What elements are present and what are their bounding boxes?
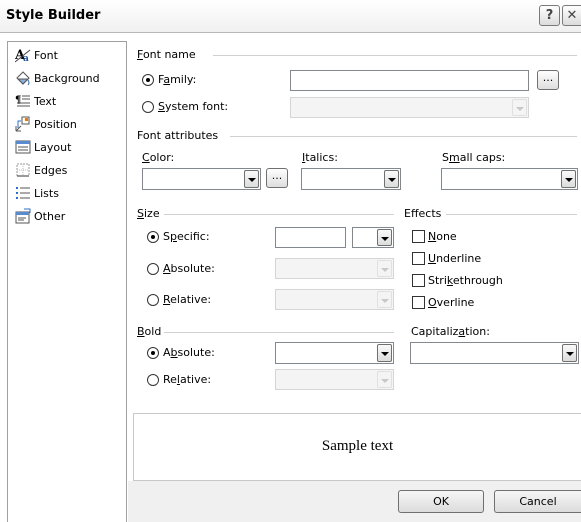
sidebar-item-label: Font <box>34 48 58 62</box>
svg-text:¶: ¶ <box>15 95 21 106</box>
font-attributes-header: Font attributes <box>137 129 219 142</box>
position-icon <box>15 116 31 132</box>
italics-select[interactable] <box>301 168 401 190</box>
help-icon: ? <box>545 8 554 23</box>
lists-icon <box>15 185 31 201</box>
small-caps-select[interactable] <box>441 168 578 190</box>
bold-relative-select[interactable] <box>275 369 394 390</box>
size-absolute-radio[interactable] <box>147 263 159 275</box>
chevron-down-icon <box>244 170 259 188</box>
ok-button[interactable]: OK <box>398 490 484 513</box>
effects-divider <box>446 214 577 215</box>
cancel-button[interactable]: Cancel <box>494 490 581 513</box>
sidebar-item-position[interactable]: Position <box>15 114 77 134</box>
font-attributes-divider <box>230 136 577 137</box>
other-icon <box>15 208 31 224</box>
size-relative-label: Relative: <box>163 293 212 306</box>
font-icon: Aa <box>14 47 31 64</box>
layout-icon <box>15 139 31 155</box>
sidebar-item-label: Lists <box>34 186 59 200</box>
chevron-down-icon <box>561 170 576 188</box>
family-browse-button[interactable]: ... <box>537 70 559 90</box>
chevron-down-icon <box>377 344 392 362</box>
effects-none-label: None <box>428 230 457 243</box>
edges-icon <box>15 162 31 178</box>
preview-text: Sample text <box>321 438 394 454</box>
effects-strikethrough-checkbox[interactable] <box>412 274 425 287</box>
sidebar-item-other[interactable]: Other <box>15 206 65 226</box>
sidebar-item-label: Text <box>34 94 57 108</box>
chevron-down-icon <box>562 344 577 362</box>
font-name-header: Font name <box>137 48 196 61</box>
size-absolute-label: Absolute: <box>163 262 215 275</box>
size-specific-input[interactable] <box>275 227 346 248</box>
close-button[interactable]: ✕ <box>562 5 581 26</box>
sidebar-item-label: Edges <box>34 163 68 177</box>
bold-absolute-select[interactable] <box>275 342 394 364</box>
color-browse-button[interactable]: ... <box>266 168 288 188</box>
sidebar-item-label: Background <box>34 71 100 85</box>
family-radio[interactable] <box>142 74 154 86</box>
sidebar-item-font[interactable]: Aa Font <box>14 45 58 65</box>
size-specific-radio[interactable] <box>147 231 159 243</box>
effects-strikethrough-label: Strikethrough <box>428 274 503 287</box>
small-caps-label: Small caps: <box>442 151 506 164</box>
size-specific-label: Specific: <box>163 230 210 243</box>
system-font-label: System font: <box>158 100 229 113</box>
sidebar-item-layout[interactable]: Layout <box>15 137 71 157</box>
color-label: Color: <box>142 151 175 164</box>
preview-pane: Sample text <box>133 413 581 481</box>
text-icon: ¶ <box>15 93 31 109</box>
bold-header: Bold <box>137 325 162 338</box>
background-icon <box>15 70 31 86</box>
capitalization-select[interactable] <box>410 342 579 364</box>
title-bar: Style Builder ? ✕ <box>0 0 581 33</box>
chevron-down-icon <box>384 170 399 188</box>
effects-header: Effects <box>404 207 442 220</box>
capitalization-label: Capitalization: <box>411 325 490 338</box>
system-font-radio[interactable] <box>142 101 154 113</box>
sidebar-item-label: Position <box>34 117 77 131</box>
size-divider <box>164 214 394 215</box>
size-relative-select[interactable] <box>275 289 394 310</box>
bold-absolute-radio[interactable] <box>147 347 159 359</box>
effects-overline-label: Overline <box>428 296 475 309</box>
dialog-footer: OK Cancel <box>128 481 581 522</box>
chevron-down-icon <box>377 291 392 308</box>
category-list: Aa Font Background ¶ Text Position Layou… <box>7 41 127 522</box>
family-label: Family: <box>158 73 197 86</box>
sidebar-item-lists[interactable]: Lists <box>15 183 59 203</box>
size-absolute-select[interactable] <box>275 258 394 279</box>
family-input[interactable] <box>290 70 529 91</box>
chevron-down-icon <box>512 99 527 116</box>
size-header: Size <box>137 207 160 220</box>
bold-absolute-label: Absolute: <box>163 346 215 359</box>
effects-overline-checkbox[interactable] <box>412 296 425 309</box>
system-font-select[interactable] <box>290 97 529 118</box>
bold-relative-label: Relative: <box>163 373 212 386</box>
bold-relative-radio[interactable] <box>147 374 159 386</box>
effects-underline-label: Underline <box>428 252 482 265</box>
chevron-down-icon <box>377 371 392 388</box>
bold-divider <box>164 332 394 333</box>
help-button[interactable]: ? <box>539 5 560 26</box>
chevron-down-icon <box>377 229 392 246</box>
size-unit-select[interactable] <box>352 227 394 248</box>
sidebar-item-label: Layout <box>34 140 72 154</box>
effects-none-checkbox[interactable] <box>412 230 425 243</box>
font-name-divider <box>213 55 577 56</box>
color-select[interactable] <box>142 168 261 190</box>
effects-underline-checkbox[interactable] <box>412 252 425 265</box>
sidebar-item-label: Other <box>34 209 66 223</box>
sidebar-item-text[interactable]: ¶ Text <box>15 91 56 111</box>
window-title: Style Builder <box>6 8 101 23</box>
size-relative-radio[interactable] <box>147 294 159 306</box>
chevron-down-icon <box>377 260 392 277</box>
sidebar-item-edges[interactable]: Edges <box>15 160 67 180</box>
sidebar-item-background[interactable]: Background <box>15 68 100 88</box>
italics-label: Italics: <box>302 151 338 164</box>
close-icon: ✕ <box>566 8 578 23</box>
